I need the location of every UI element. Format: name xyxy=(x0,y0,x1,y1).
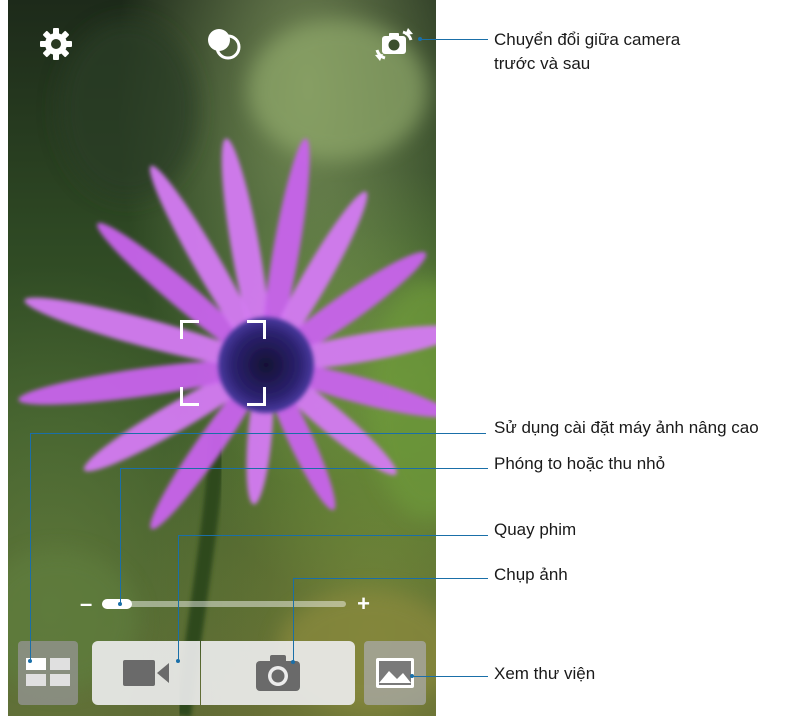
callout-line xyxy=(293,578,488,579)
callout-dot xyxy=(176,659,180,663)
callout-line xyxy=(30,433,486,434)
settings-button[interactable] xyxy=(34,22,78,66)
callout-dot xyxy=(28,659,32,663)
callout-dot xyxy=(418,37,422,41)
video-camera-icon xyxy=(123,660,169,686)
gear-icon xyxy=(40,28,72,60)
gallery-label: Xem thư viện xyxy=(494,664,596,683)
zoom-in-icon[interactable]: + xyxy=(357,592,370,616)
callout-line xyxy=(178,535,179,661)
record-video-label: Quay phim xyxy=(494,520,577,539)
grid-mode-icon xyxy=(26,658,70,686)
callout-line xyxy=(178,535,488,536)
callout-dot xyxy=(118,602,122,606)
zoom-label: Phóng to hoặc thu nhỏ xyxy=(494,454,666,473)
switch-camera-label-line1: Chuyển đổi giữa camera xyxy=(494,30,681,49)
gallery-icon xyxy=(376,658,414,688)
gallery-button[interactable] xyxy=(364,641,426,705)
focus-corner xyxy=(247,387,266,406)
camera-icon xyxy=(256,655,300,691)
zoom-track[interactable] xyxy=(102,599,346,609)
advanced-settings-label: Sử dụng cài đặt máy ảnh nâng cao xyxy=(494,418,759,437)
callout-line xyxy=(30,433,31,661)
zoom-slider[interactable]: – + xyxy=(80,592,370,616)
focus-corner xyxy=(180,320,199,339)
zoom-out-icon[interactable]: – xyxy=(80,592,92,616)
take-photo-button[interactable] xyxy=(201,641,355,705)
camera-guide: – + Chuyển đổi giữa camera trước và sau … xyxy=(0,0,806,716)
take-photo-label: Chụp ảnh xyxy=(494,565,568,584)
focus-frame xyxy=(180,320,266,406)
switch-camera-label-line2: trước và sau xyxy=(494,54,591,73)
camera-mode-button[interactable] xyxy=(18,641,78,705)
focus-corner xyxy=(180,387,199,406)
switch-camera-label: Chuyển đổi giữa camera trước và sau xyxy=(494,28,680,76)
zoom-thumb[interactable] xyxy=(102,599,132,609)
effects-button[interactable] xyxy=(202,22,246,66)
camera-viewfinder[interactable]: – + xyxy=(8,0,436,716)
callout-dot xyxy=(410,674,414,678)
callout-dot xyxy=(291,660,295,664)
effects-icon xyxy=(208,29,241,60)
focus-corner xyxy=(247,320,266,339)
camera-switch-icon xyxy=(375,28,413,61)
callout-line xyxy=(120,468,121,604)
record-video-button[interactable] xyxy=(92,641,200,705)
switch-camera-button[interactable] xyxy=(372,22,416,66)
callout-line xyxy=(412,676,488,677)
callout-line xyxy=(293,578,294,662)
callout-line xyxy=(420,39,488,40)
callout-line xyxy=(120,468,488,469)
